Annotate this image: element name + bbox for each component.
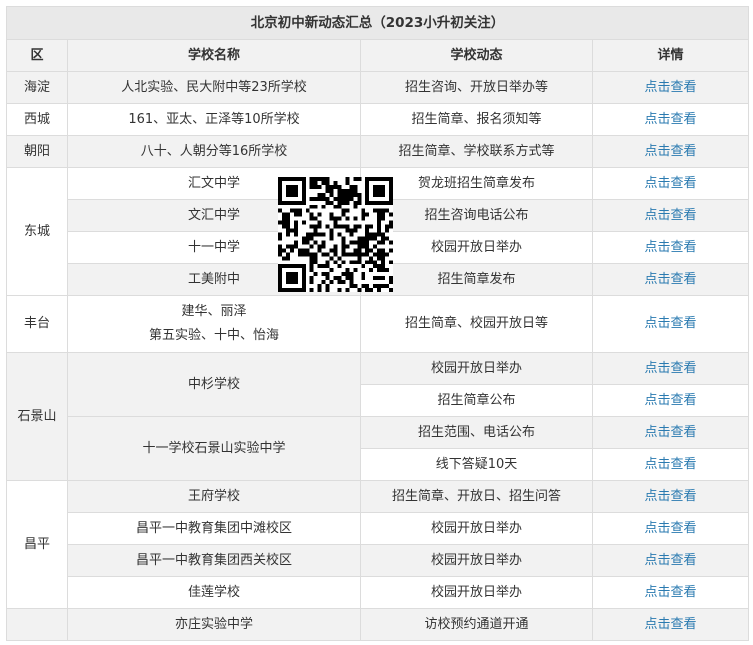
table-row: 昌平 王府学校 招生简章、开放日、招生问答 点击查看	[6, 480, 750, 609]
header-detail: 详情	[591, 39, 750, 72]
news-cell: 校园开放日举办	[360, 352, 593, 385]
table-title: 北京初中新动态汇总（2023小升初关注）	[5, 6, 750, 40]
news-cell: 招生简章发布	[360, 263, 593, 296]
detail-link[interactable]: 点击查看	[591, 576, 750, 609]
detail-link[interactable]: 点击查看	[591, 608, 750, 641]
district-cell: 西城	[6, 103, 68, 136]
table-row: 西城 161、亚太、正泽等10所学校 招生简章、报名须知等 点击查看	[6, 103, 750, 136]
school-cell: 昌平一中教育集团西关校区	[67, 544, 361, 577]
qr-code-image	[278, 177, 393, 292]
school-line: 第五实验、十中、怡海	[148, 328, 279, 343]
table-row: 海淀 人北实验、民大附中等23所学校 招生咨询、开放日举办等 点击查看	[6, 71, 750, 104]
school-news-table: 北京初中新动态汇总（2023小升初关注） 区 学校名称 学校动态 详情 海淀 人…	[5, 6, 750, 641]
district-cell: 昌平	[6, 480, 68, 609]
detail-link[interactable]: 点击查看	[591, 231, 750, 264]
school-cell: 中杉学校	[67, 352, 361, 417]
detail-link[interactable]: 点击查看	[591, 71, 750, 104]
district-cell	[6, 608, 68, 641]
school-cell: 建华、丽泽 第五实验、十中、怡海	[67, 295, 361, 353]
school-cell: 王府学校	[67, 480, 361, 513]
news-cell: 招生范围、电话公布	[360, 416, 593, 449]
detail-link[interactable]: 点击查看	[591, 167, 750, 200]
detail-link[interactable]: 点击查看	[591, 352, 750, 385]
qr-code-graphic	[278, 177, 393, 292]
news-cell: 校园开放日举办	[360, 544, 593, 577]
news-cell: 招生简章、校园开放日等	[360, 295, 593, 353]
table-row: 十一学校石景山实验中学 招生范围、电话公布 点击查看	[7, 416, 750, 481]
news-cell: 校园开放日举办	[360, 231, 593, 264]
detail-link[interactable]: 点击查看	[591, 512, 750, 545]
news-cell: 招生咨询电话公布	[360, 199, 593, 232]
detail-link[interactable]: 点击查看	[591, 448, 750, 481]
news-cell: 招生简章、报名须知等	[360, 103, 593, 136]
header-row: 区 学校名称 学校动态 详情	[6, 39, 750, 72]
district-cell: 海淀	[6, 71, 68, 104]
detail-link[interactable]: 点击查看	[591, 199, 750, 232]
header-district: 区	[6, 39, 68, 72]
school-line: 建华、丽泽	[181, 304, 247, 319]
school-cell: 十一学校石景山实验中学	[67, 416, 361, 481]
school-cell: 八十、人朝分等16所学校	[67, 135, 361, 168]
news-cell: 招生简章、学校联系方式等	[360, 135, 593, 168]
header-school: 学校名称	[67, 39, 361, 72]
school-cell: 昌平一中教育集团中滩校区	[67, 512, 361, 545]
detail-link[interactable]: 点击查看	[591, 480, 750, 513]
table-row: 亦庄实验中学 访校预约通道开通 点击查看	[6, 608, 750, 641]
table-row: 昌平一中教育集团西关校区 校园开放日举办 点击查看	[6, 544, 750, 577]
header-news: 学校动态	[360, 39, 593, 72]
school-cell: 人北实验、民大附中等23所学校	[67, 71, 361, 104]
news-cell: 招生简章、开放日、招生问答	[360, 480, 593, 513]
table-row: 佳莲学校 校园开放日举办 点击查看	[6, 576, 750, 609]
district-cell: 石景山	[6, 352, 68, 481]
detail-link[interactable]: 点击查看	[591, 263, 750, 296]
page: 北京初中新动态汇总（2023小升初关注） 区 学校名称 学校动态 详情 海淀 人…	[0, 0, 753, 645]
table-row: 朝阳 八十、人朝分等16所学校 招生简章、学校联系方式等 点击查看	[6, 135, 750, 168]
table-row: 昌平一中教育集团中滩校区 校园开放日举办 点击查看	[6, 512, 750, 545]
news-cell: 线下答疑10天	[360, 448, 593, 481]
table-row: 石景山 中杉学校 校园开放日举办 点击查看	[6, 352, 750, 481]
news-cell: 贺龙班招生简章发布	[360, 167, 593, 200]
detail-link[interactable]: 点击查看	[591, 384, 750, 417]
detail-link[interactable]: 点击查看	[591, 416, 750, 449]
school-cell: 佳莲学校	[67, 576, 361, 609]
detail-link[interactable]: 点击查看	[591, 295, 750, 353]
school-cell: 161、亚太、正泽等10所学校	[67, 103, 361, 136]
district-cell: 丰台	[6, 295, 68, 353]
news-cell: 校园开放日举办	[360, 512, 593, 545]
detail-link[interactable]: 点击查看	[591, 544, 750, 577]
detail-link[interactable]: 点击查看	[591, 103, 750, 136]
detail-link[interactable]: 点击查看	[591, 135, 750, 168]
news-cell: 访校预约通道开通	[360, 608, 593, 641]
news-cell: 校园开放日举办	[360, 576, 593, 609]
district-cell: 朝阳	[6, 135, 68, 168]
news-cell: 招生咨询、开放日举办等	[360, 71, 593, 104]
news-cell: 招生简章公布	[360, 384, 593, 417]
district-cell: 东城	[6, 167, 68, 296]
table-row: 丰台 建华、丽泽 第五实验、十中、怡海 招生简章、校园开放日等 点击查看	[6, 295, 750, 353]
school-cell: 亦庄实验中学	[67, 608, 361, 641]
